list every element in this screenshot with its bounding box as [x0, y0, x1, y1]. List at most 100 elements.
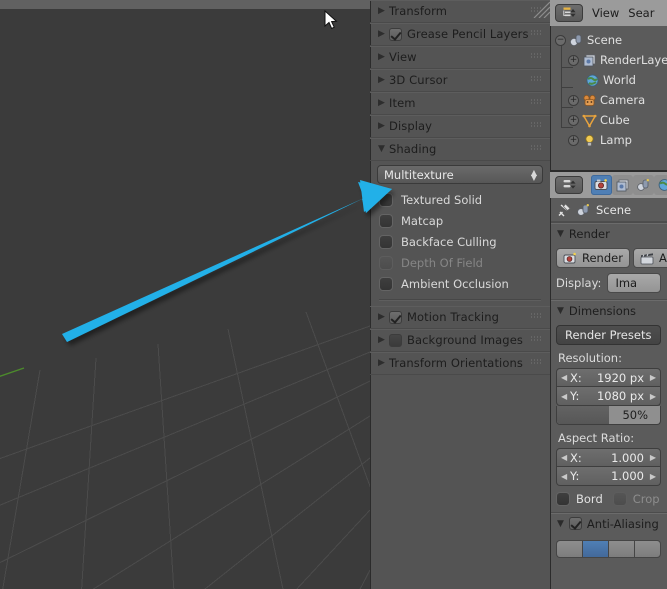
- ambient-occlusion-checkbox[interactable]: [379, 276, 393, 291]
- properties-editor[interactable]: Scene ▼ Render Render A Display: Ima ▼ D…: [550, 172, 667, 589]
- render-buttons-row: Render An: [556, 248, 667, 268]
- crop-checkbox: [612, 492, 627, 506]
- panel-grip-icon: [531, 53, 544, 61]
- chevron-left-icon[interactable]: ◀: [561, 472, 567, 481]
- chevron-right-icon: ▶: [378, 74, 385, 85]
- grease-pencil-layers-checkbox[interactable]: [389, 27, 402, 41]
- outliner-item-label: World: [603, 73, 636, 87]
- breadcrumb: Scene: [550, 198, 667, 222]
- panel-header-dimensions[interactable]: ▼ Dimensions: [550, 299, 667, 321]
- chevron-right-icon[interactable]: ▶: [650, 373, 656, 382]
- aa-samples-5[interactable]: [556, 540, 582, 558]
- chevron-left-icon[interactable]: ◀: [561, 392, 567, 401]
- render-presets-button[interactable]: Render Presets: [556, 325, 661, 345]
- expand-icon[interactable]: +: [568, 134, 579, 146]
- option-backface-culling[interactable]: Backface Culling: [377, 231, 543, 252]
- render-image-button[interactable]: Render: [556, 248, 630, 268]
- option-ambient-occlusion[interactable]: Ambient Occlusion: [377, 273, 543, 294]
- pin-icon[interactable]: [557, 202, 571, 217]
- resolution-x-field[interactable]: ◀ X: 1920 px ▶: [556, 368, 661, 387]
- tab-renderlayer[interactable]: [612, 175, 633, 195]
- aa-samples-segmented[interactable]: [556, 540, 661, 558]
- option-matcap[interactable]: Matcap: [377, 210, 543, 231]
- panel-label: Item: [389, 96, 416, 110]
- chevron-left-icon[interactable]: ◀: [561, 373, 567, 382]
- panel-header-anti-aliasing[interactable]: ▼ Anti-Aliasing: [550, 512, 667, 534]
- aa-samples-16[interactable]: [634, 540, 661, 558]
- panel-header-render[interactable]: ▼ Render: [550, 222, 667, 244]
- panel-header-item[interactable]: ▶ Item: [370, 92, 550, 115]
- chevron-right-icon[interactable]: ▶: [650, 472, 656, 481]
- option-label: Textured Solid: [401, 192, 483, 207]
- aspect-x-label: X:: [570, 450, 582, 465]
- panel-label: Transform Orientations: [389, 356, 523, 370]
- outliner-item-world[interactable]: World: [550, 70, 667, 90]
- panel-label: 3D Cursor: [389, 73, 448, 87]
- expand-icon[interactable]: +: [568, 54, 579, 66]
- tab-scene[interactable]: [633, 175, 654, 195]
- expand-icon[interactable]: +: [568, 94, 579, 106]
- panel-label: Grease Pencil Layers: [407, 27, 529, 41]
- matcap-checkbox[interactable]: [379, 213, 393, 228]
- chevron-right-icon: ▶: [378, 334, 385, 345]
- outliner-icon[interactable]: [555, 4, 583, 22]
- aspect-x-field[interactable]: ◀ X: 1.000 ▶: [556, 448, 661, 467]
- aa-samples-11[interactable]: [608, 540, 634, 558]
- collapse-icon[interactable]: −: [555, 34, 566, 46]
- resolution-y-field[interactable]: ◀ Y: 1080 px ▶: [556, 387, 661, 406]
- chevron-right-icon[interactable]: ▶: [650, 392, 656, 401]
- panel-header-transform[interactable]: ▶ Transform: [370, 0, 550, 23]
- aa-samples-8[interactable]: [582, 540, 608, 558]
- option-label: Matcap: [401, 213, 444, 228]
- outliner-item-cube[interactable]: + Cube: [550, 110, 667, 130]
- backface-culling-checkbox[interactable]: [379, 234, 393, 249]
- shading-panel-body: Multitexture ▲ ▼ Textured Solid Matcap Ba…: [370, 161, 550, 306]
- panel-header-motion-tracking[interactable]: ▶ Motion Tracking: [370, 306, 550, 329]
- expand-icon[interactable]: +: [568, 114, 579, 126]
- outliner-item-label: Lamp: [600, 133, 632, 147]
- panel-header-background-images[interactable]: ▶ Background Images: [370, 329, 550, 352]
- outliner-menu-search[interactable]: Sear: [628, 6, 654, 20]
- view3d-properties-region[interactable]: ▶ Transform ▶ Grease Pencil Layers ▶ Vie…: [370, 0, 550, 589]
- aspect-y-field[interactable]: ◀ Y: 1.000 ▶: [556, 467, 661, 486]
- option-textured-solid[interactable]: Textured Solid: [377, 189, 543, 210]
- outliner-header: View Sear: [550, 0, 667, 26]
- outliner-menu-view[interactable]: View: [592, 6, 619, 20]
- tab-world[interactable]: [654, 175, 667, 195]
- textured-solid-checkbox[interactable]: [379, 192, 393, 207]
- panel-header-display[interactable]: ▶ Display: [370, 115, 550, 138]
- properties-icon[interactable]: [555, 176, 583, 194]
- chevron-left-icon[interactable]: ◀: [561, 453, 567, 462]
- panel-label: Dimensions: [568, 303, 637, 318]
- scene-icon: [577, 203, 589, 216]
- chevron-right-icon[interactable]: ▶: [650, 453, 656, 462]
- outliner-item-renderlayers[interactable]: + RenderLayers: [550, 50, 667, 70]
- panel-label: Transform: [389, 4, 448, 18]
- background-images-checkbox[interactable]: [389, 333, 402, 347]
- 3d-viewport[interactable]: [0, 0, 370, 589]
- panel-grip-icon: [531, 7, 544, 15]
- panel-header-grease-pencil-layers[interactable]: ▶ Grease Pencil Layers: [370, 23, 550, 46]
- render-animation-button[interactable]: An: [632, 248, 667, 268]
- outliner-item-scene[interactable]: − Scene: [550, 30, 667, 50]
- panel-header-shading[interactable]: ▼ Shading: [370, 138, 550, 161]
- properties-tabs[interactable]: [591, 175, 667, 195]
- panel-header-view[interactable]: ▶ View: [370, 46, 550, 69]
- anti-aliasing-checkbox[interactable]: [568, 517, 582, 530]
- chevron-right-icon: ▶: [378, 357, 385, 368]
- panel-label: Shading: [389, 142, 437, 156]
- resolution-label: Resolution:: [558, 351, 622, 365]
- tab-render[interactable]: [591, 175, 612, 195]
- panel-header-transform-orientations[interactable]: ▶ Transform Orientations: [370, 352, 550, 375]
- aspect-ratio-label: Aspect Ratio:: [558, 431, 635, 445]
- border-checkbox[interactable]: [556, 492, 570, 506]
- outliner-item-lamp[interactable]: + Lamp: [550, 130, 667, 150]
- outliner-editor[interactable]: View Sear − Scene + RenderLaye World + C…: [550, 0, 667, 170]
- panel-header-3d-cursor[interactable]: ▶ 3D Cursor: [370, 69, 550, 92]
- shading-engine-dropdown[interactable]: Multitexture ▲ ▼: [377, 165, 543, 184]
- resolution-percent-slider[interactable]: 50%: [556, 406, 661, 425]
- motion-tracking-checkbox[interactable]: [389, 310, 402, 324]
- outliner-item-camera[interactable]: + Camera: [550, 90, 667, 110]
- display-mode-dropdown[interactable]: Ima: [607, 273, 661, 293]
- chevron-down-icon: ▼: [557, 305, 564, 316]
